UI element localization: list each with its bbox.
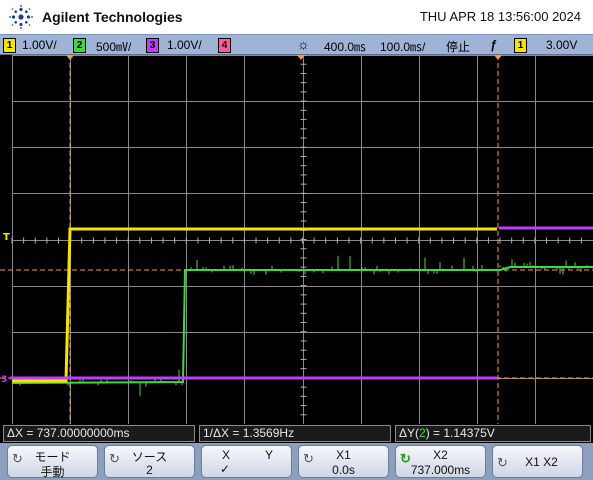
y-cursor-label: Y [265,448,274,462]
x1-label: X1 [336,448,351,462]
mode-softkey[interactable]: ↻ モード 手動 [7,445,98,479]
channel-ground-marker-icon: 3 [1,375,7,385]
time-scale[interactable]: 100.0㎳/ [380,38,425,55]
brand-name: Agilent Technologies [42,9,183,25]
time-reference[interactable]: 400.0㎳ [324,38,366,55]
trigger-channel[interactable]: 1 [514,38,527,53]
channel-3-scale[interactable]: 1.00V/ [167,38,202,52]
header-bar: Agilent Technologies THU APR 18 13:56:00… [0,0,593,34]
source-softkey[interactable]: ↻ ソース 2 [104,445,195,478]
channel-3-number[interactable]: 3 [146,38,159,53]
horizontal-reference-icon: ☼ [297,36,310,52]
rising-edge-icon: ƒ [490,38,497,52]
inverse-delta-x-readout: 1/ΔX = 1.3569Hz [199,425,391,442]
run-state: 停止 [446,40,471,54]
delta-y-value: ) = 1.14375V [425,426,495,440]
trigger-level[interactable]: 3.00V [546,38,577,52]
status-bar: 1 1.00V/ 2 500㎷/ 3 1.00V/ 4 ☼ 400.0㎳ 100… [0,34,593,55]
x2-label: X2 [433,448,448,462]
xy-cursor-softkey[interactable]: X Y ✓ [201,445,292,478]
delta-y-readout: ΔY(2) = 1.14375V [395,425,591,442]
channel-1-number[interactable]: 1 [3,38,16,53]
x1-softkey[interactable]: ↻ X1 0.0s [298,445,389,478]
agilent-spark-logo-icon [9,5,33,29]
source-value: 2 [146,463,153,477]
delta-y-prefix: ΔY( [399,426,420,440]
softkey-bar: ↻ モード 手動 ↻ ソース 2 X Y ✓ ↻ X1 0.0s ↻ X2 73… [0,443,593,480]
waveform-display[interactable]: T 3 [0,55,593,424]
x-cursor-label: X [222,448,231,462]
delta-x-readout: ΔX = 737.00000000ms [3,425,195,442]
channel-4-number[interactable]: 4 [218,38,231,53]
x1-value: 0.0s [332,463,355,477]
x1-x2-softkey[interactable]: ↻ X1 X2 [492,445,583,478]
mode-value: 手動 [40,465,65,479]
channel-2-scale[interactable]: 500㎷/ [96,38,131,55]
channel-1-scale[interactable]: 1.00V/ [22,38,57,52]
trigger-level-marker-icon: T [3,232,10,243]
x2-value: 737.000ms [410,463,471,477]
measurement-bar: ΔX = 737.00000000ms 1/ΔX = 1.3569Hz ΔY(2… [0,424,593,443]
date-time: THU APR 18 13:56:00 2024 [419,9,581,24]
x1-x2-label: X1 X2 [525,455,558,469]
x2-softkey[interactable]: ↻ X2 737.000ms [395,445,486,478]
channel-2-number[interactable]: 2 [73,38,86,53]
delta-y-channel: 2 [419,426,426,440]
checkmark-icon: ✓ [220,462,231,476]
